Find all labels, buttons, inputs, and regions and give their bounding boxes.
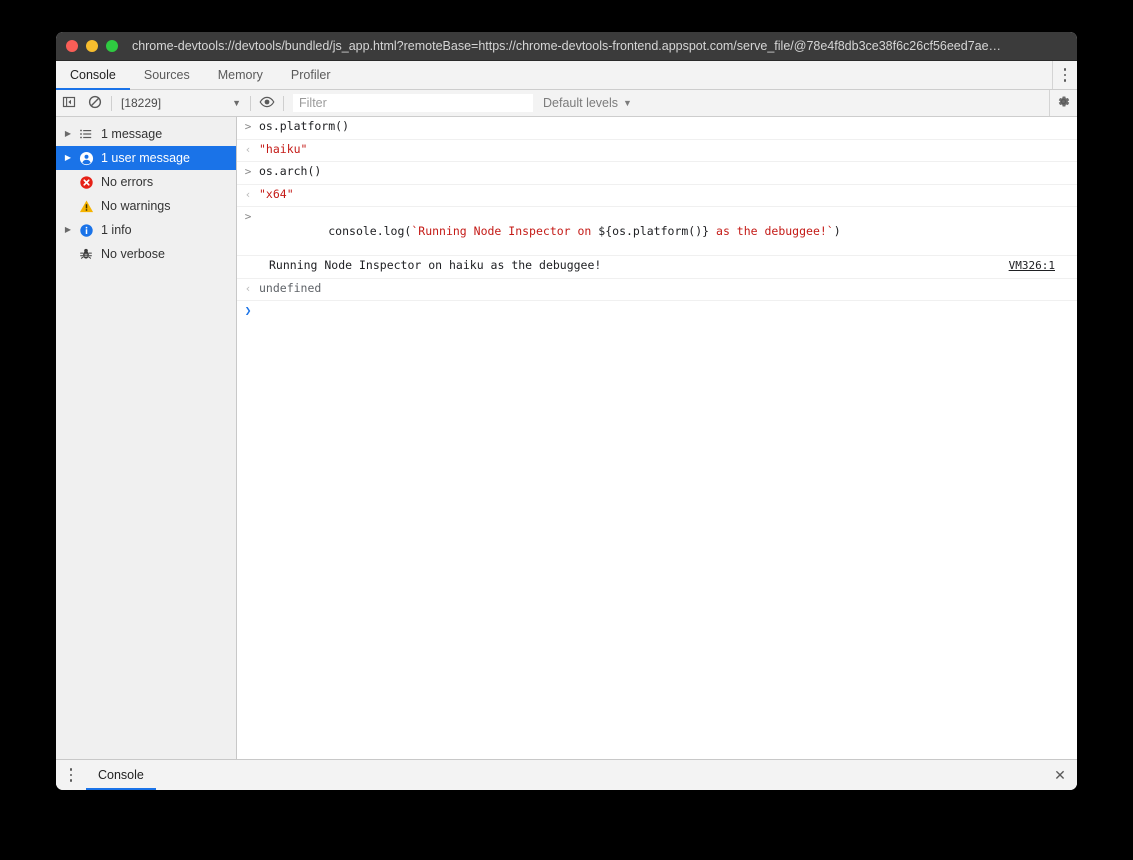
console-row-input[interactable]: > console.log(`Running Node Inspector on… [237, 207, 1077, 256]
chevron-down-icon: ▼ [232, 98, 241, 108]
console-source-link[interactable]: VM326:1 [1009, 258, 1055, 273]
input-arrow-icon: > [244, 165, 252, 178]
console-log-text: Running Node Inspector on haiku as the d… [269, 258, 602, 272]
expand-twisty-icon[interactable]: ▶ [61, 218, 75, 242]
console-row-result[interactable]: ‹ "haiku" [237, 140, 1077, 162]
toolbar-divider-3 [283, 95, 284, 111]
console-message-list[interactable]: > os.platform() ‹ "haiku" > os.arch() ‹ … [237, 117, 1077, 759]
console-result-value: "x64" [259, 186, 294, 201]
drawer-tab-console[interactable]: Console [86, 760, 156, 790]
close-window-button[interactable] [66, 40, 78, 52]
tab-profiler[interactable]: Profiler [277, 61, 345, 89]
tab-memory-label: Memory [217, 68, 263, 82]
toolbar-divider-1 [111, 95, 112, 111]
code-part-plain: ${ [598, 224, 613, 238]
console-result-value: undefined [259, 280, 322, 295]
code-part-plain: ) [833, 224, 841, 238]
sidebar-item-messages-label: 1 message [101, 127, 163, 141]
output-arrow-icon: ‹ [244, 142, 252, 156]
sidebar-item-info[interactable]: ▶ 1 info [56, 218, 236, 242]
output-arrow-icon: ‹ [244, 281, 252, 295]
tab-console-label: Console [70, 68, 116, 82]
output-arrow-icon: ‹ [244, 187, 252, 201]
filter-input[interactable] [293, 94, 533, 112]
log-levels-selector[interactable]: Default levels ▼ [533, 96, 642, 110]
code-part-plain: console.log( [328, 224, 412, 238]
sidebar-item-errors-label: No errors [101, 175, 154, 189]
tabbar-more-button[interactable] [1051, 61, 1078, 89]
console-body: ▶ 1 message ▶ 1 user message No errors N… [56, 117, 1077, 759]
console-toolbar: [18229] ▼ Default levels ▼ [56, 90, 1077, 117]
tab-memory[interactable]: Memory [204, 61, 277, 89]
sidebar-item-verbose[interactable]: ▶ No verbose [56, 242, 236, 266]
input-arrow-icon: > [244, 210, 252, 223]
error-icon [75, 175, 97, 190]
expand-twisty-icon[interactable]: ▶ [61, 122, 75, 146]
devtools-window: chrome-devtools://devtools/bundled/js_ap… [56, 32, 1077, 790]
bug-icon [75, 247, 97, 261]
console-row-result[interactable]: ‹ undefined [237, 279, 1077, 301]
window-titlebar: chrome-devtools://devtools/bundled/js_ap… [56, 32, 1077, 61]
drawer-close-button[interactable]: ✕ [1043, 760, 1077, 790]
console-row-result[interactable]: ‹ "x64" [237, 185, 1077, 207]
toolbar-divider-2 [250, 95, 251, 111]
console-sidebar-toggle-button[interactable] [56, 90, 82, 116]
console-row-log[interactable]: Running Node Inspector on haiku as the d… [237, 256, 1077, 279]
kebab-menu-icon [1063, 67, 1066, 83]
warning-icon [75, 199, 97, 214]
sidebar-item-errors[interactable]: ▶ No errors [56, 170, 236, 194]
clear-console-icon [88, 95, 102, 112]
live-expression-eye-icon [259, 95, 275, 112]
sidebar-item-info-label: 1 info [101, 223, 132, 237]
sidebar-item-verbose-label: No verbose [101, 247, 165, 261]
settings-button[interactable] [1049, 90, 1077, 116]
log-levels-label: Default levels [543, 96, 619, 110]
close-icon: ✕ [1054, 766, 1066, 783]
gear-icon [1056, 94, 1071, 112]
zoom-window-button[interactable] [106, 40, 118, 52]
info-icon [75, 223, 97, 238]
expand-twisty-icon[interactable]: ▶ [61, 146, 75, 170]
list-icon [75, 127, 97, 141]
console-input-expression: os.arch() [259, 164, 322, 178]
sidebar-item-warnings[interactable]: ▶ No warnings [56, 194, 236, 218]
drawer-more-button[interactable] [56, 760, 86, 790]
panel-tabbar: Console Sources Memory Profiler [56, 61, 1077, 90]
execution-context-selector[interactable]: [18229] ▼ [115, 96, 247, 110]
tab-sources-label: Sources [143, 68, 190, 82]
code-part-string: `Running Node Inspector on [411, 224, 599, 238]
kebab-menu-icon [69, 767, 73, 783]
input-arrow-icon: > [244, 120, 252, 133]
drawer-tab-console-label: Console [98, 768, 144, 782]
traffic-lights [56, 40, 118, 52]
console-sidebar: ▶ 1 message ▶ 1 user message No errors N… [56, 117, 237, 759]
code-part-plain: os.platform() [612, 224, 703, 238]
console-result-value: "haiku" [259, 141, 308, 156]
console-prompt-row[interactable]: ❯ [237, 301, 1077, 323]
prompt-arrow-icon: ❯ [244, 304, 252, 317]
console-input-expression: console.log(`Running Node Inspector on $… [259, 209, 1077, 254]
sidebar-item-user-messages-label: 1 user message [101, 151, 190, 165]
code-part-string: as the debuggee!` [709, 224, 834, 238]
console-drawer: Console ✕ [56, 759, 1077, 790]
tab-console[interactable]: Console [56, 61, 130, 90]
user-icon [75, 151, 97, 166]
execution-context-value: [18229] [121, 96, 162, 110]
tab-profiler-label: Profiler [290, 68, 331, 82]
console-row-input[interactable]: > os.arch() [237, 162, 1077, 185]
minimize-window-button[interactable] [86, 40, 98, 52]
live-expression-button[interactable] [254, 90, 280, 116]
console-input-expression: os.platform() [259, 119, 350, 133]
sidebar-item-messages[interactable]: ▶ 1 message [56, 122, 236, 146]
window-title: chrome-devtools://devtools/bundled/js_ap… [131, 39, 1002, 53]
sidebar-item-user-messages[interactable]: ▶ 1 user message [56, 146, 236, 170]
clear-console-button[interactable] [82, 90, 108, 116]
drawer-spacer [156, 760, 1043, 790]
console-row-input[interactable]: > os.platform() [237, 117, 1077, 140]
tab-sources[interactable]: Sources [130, 61, 204, 89]
tabbar-spacer [344, 61, 1051, 89]
show-console-sidebar-icon [62, 95, 76, 112]
chevron-down-icon: ▼ [623, 98, 632, 108]
sidebar-item-warnings-label: No warnings [101, 199, 171, 213]
